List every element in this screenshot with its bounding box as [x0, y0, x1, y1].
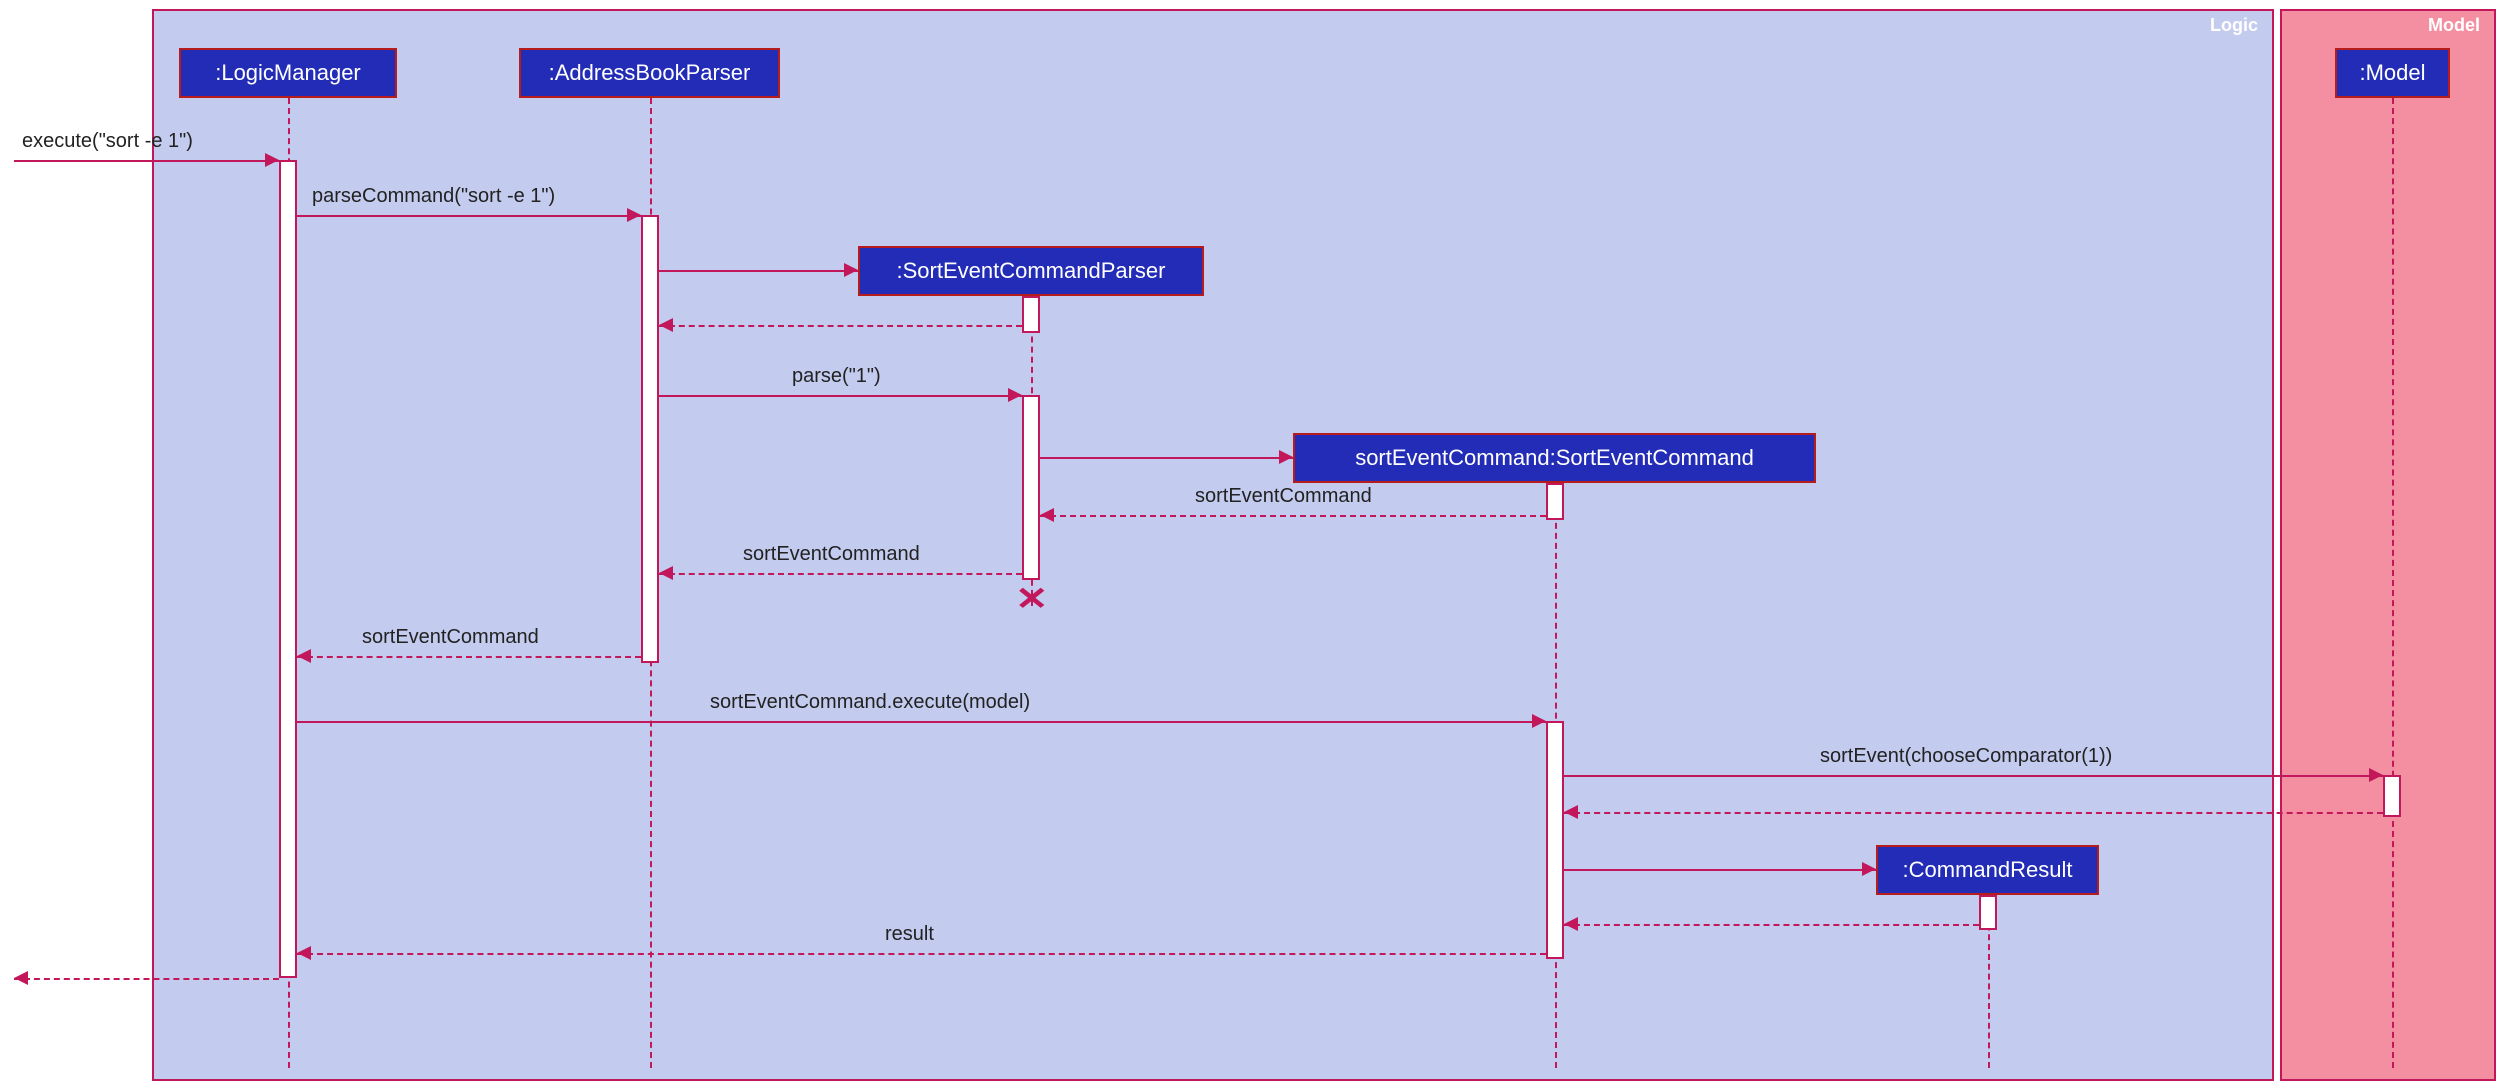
msg-line-create-secp [659, 270, 858, 272]
msg-line-create-sec [1040, 457, 1293, 459]
arrow-create-secp [844, 263, 858, 277]
msg-label-m2: parseCommand("sort -e 1") [312, 185, 555, 208]
arrow-m6 [297, 649, 311, 663]
frame-model: Model [2280, 9, 2496, 1081]
msg-label-m6: sortEventCommand [362, 626, 539, 649]
activation-command-result [1979, 895, 1997, 930]
msg-line-final-return [14, 978, 279, 980]
arrow-m3 [1008, 388, 1022, 402]
frame-label-logic: Logic [2196, 11, 2272, 40]
msg-line-return-cr [1564, 924, 1979, 926]
participant-model: :Model [2335, 48, 2450, 98]
msg-line-m3 [659, 395, 1022, 397]
participant-command-result: :CommandResult [1876, 845, 2099, 895]
lifeline-model [2392, 98, 2394, 1068]
activation-sec-2 [1546, 721, 1564, 959]
arrow-m1 [265, 153, 279, 167]
msg-line-m5 [659, 573, 1022, 575]
msg-line-create-cr [1564, 869, 1876, 871]
destroy-secp-icon: ✕ [1015, 581, 1049, 618]
msg-label-m5: sortEventCommand [743, 543, 920, 566]
msg-line-m9 [297, 953, 1546, 955]
arrow-create-sec [1279, 450, 1293, 464]
arrow-return-model [1564, 805, 1578, 819]
participant-logic-manager: :LogicManager [179, 48, 397, 98]
frame-label-model: Model [2414, 11, 2494, 40]
activation-secp-2 [1022, 395, 1040, 580]
msg-line-m1 [14, 160, 279, 162]
frame-logic: Logic [152, 9, 2274, 1081]
arrow-m7 [1532, 714, 1546, 728]
activation-model [2383, 775, 2401, 817]
activation-logic-manager [279, 160, 297, 978]
msg-label-m9: result [885, 923, 934, 946]
msg-line-m4 [1040, 515, 1546, 517]
participant-sort-event-command-parser: :SortEventCommandParser [858, 246, 1204, 296]
msg-label-m3: parse("1") [792, 365, 881, 388]
msg-label-m4: sortEventCommand [1195, 485, 1372, 508]
msg-label-m1: execute("sort -e 1") [22, 130, 193, 153]
activation-sec-1 [1546, 483, 1564, 520]
msg-label-m8: sortEvent(chooseComparator(1)) [1820, 745, 2112, 768]
arrow-m5 [659, 566, 673, 580]
msg-line-m6 [297, 656, 641, 658]
msg-line-m8 [1564, 775, 2383, 777]
arrow-m8 [2369, 768, 2383, 782]
msg-line-return-model [1564, 812, 2383, 814]
arrow-return-secp-create [659, 318, 673, 332]
participant-address-book-parser: :AddressBookParser [519, 48, 780, 98]
arrow-m9 [297, 946, 311, 960]
arrow-final-return [14, 971, 28, 985]
msg-label-m7: sortEventCommand.execute(model) [710, 691, 1030, 714]
activation-address-book-parser [641, 215, 659, 663]
msg-line-m7 [297, 721, 1546, 723]
activation-secp-1 [1022, 296, 1040, 333]
arrow-m2 [627, 208, 641, 222]
participant-sort-event-command: sortEventCommand:SortEventCommand [1293, 433, 1816, 483]
arrow-return-cr [1564, 917, 1578, 931]
msg-line-m2 [297, 215, 641, 217]
msg-line-return-secp-create [659, 325, 1022, 327]
arrow-m4 [1040, 508, 1054, 522]
arrow-create-cr [1862, 862, 1876, 876]
